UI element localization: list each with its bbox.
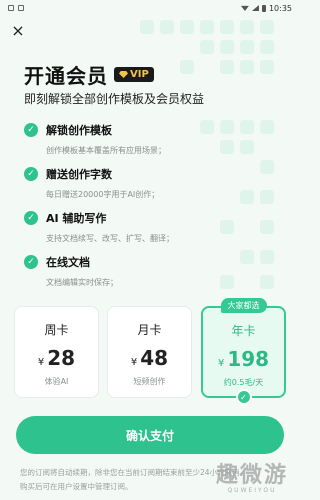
currency-symbol: ¥ [217,358,225,369]
notification-icon [8,5,14,11]
status-time: 10:35 [268,3,292,13]
plan-card-monthly[interactable]: 月卡 ¥ 48 短频创作 [107,306,192,398]
currency-symbol: ¥ [37,357,45,368]
popular-tag: 大家都选 [220,298,267,313]
feature-item: ✓ 赠送创作字数 每日赠送20000字用于AI创作； [24,166,284,200]
feature-title: 在线文档 [46,256,90,269]
feature-desc: 文档编辑实时保存； [46,278,118,287]
price-amount: 28 [47,346,76,370]
signal-icon [251,5,259,11]
close-icon[interactable]: × [8,20,28,40]
plan-name: 周卡 [44,323,69,337]
title-row: 开通会员 VIP [24,60,154,89]
plan-price: ¥ 48 [108,346,191,370]
diamond-icon [119,71,128,78]
feature-title: 解锁创作模板 [46,124,112,137]
feature-title: AI 辅助写作 [46,212,107,225]
watermark-text: 趣微游 [215,463,288,488]
feature-title: 赠送创作字数 [46,168,112,181]
vip-badge: VIP [114,67,154,82]
plan-options: 周卡 ¥ 28 体验AI 月卡 ¥ 48 短频创作 大家都选 年卡 ¥ 198 … [14,298,286,405]
status-bar: 10:35 [0,0,300,16]
plan-card-weekly[interactable]: 周卡 ¥ 28 体验AI [14,306,99,398]
page-subtitle: 即刻解锁全部创作模板及会员权益 [24,92,205,106]
plan-price: ¥ 198 [203,347,284,371]
plan-card-yearly[interactable]: 大家都选 年卡 ¥ 198 约0.5毛/天 ✓ [201,298,286,405]
check-circle-icon: ✓ [24,211,38,225]
wifi-icon [240,5,249,11]
page-title: 开通会员 [24,64,108,88]
check-circle-icon: ✓ [24,255,38,269]
feature-desc: 每日赠送20000字用于AI创作； [46,190,160,199]
app-icon [18,5,24,11]
status-icons-left [8,5,24,11]
price-amount: 48 [140,346,169,370]
plan-note: 体验AI [44,377,69,386]
confirm-pay-button[interactable]: 确认支付 [16,416,284,454]
price-amount: 198 [227,347,270,371]
status-icons-right: 10:35 [240,3,292,13]
currency-symbol: ¥ [130,357,138,368]
battery-icon [261,4,266,12]
plan-note: 短频创作 [133,377,166,386]
plan-name: 年卡 [231,324,256,338]
check-circle-icon: ✓ [24,167,38,181]
vip-label: VIP [130,69,149,80]
check-circle-icon: ✓ [24,123,38,137]
feature-desc: 支持文档续写、改写、扩写、翻译； [46,234,174,243]
feature-item: ✓ 在线文档 文档编辑实时保存； [24,254,284,288]
plan-name: 月卡 [137,323,162,337]
plan-price: ¥ 28 [15,346,98,370]
feature-item: ✓ 解锁创作模板 创作模板基本覆盖所有应用场景； [24,122,284,156]
watermark-logo: 趣微游 QUWEIYOU [216,457,288,494]
feature-desc: 创作模板基本覆盖所有应用场景； [46,146,166,155]
feature-item: ✓ AI 辅助写作 支持文档续写、改写、扩写、翻译； [24,210,284,244]
selected-check-icon: ✓ [235,389,252,405]
plan-note: 约0.5毛/天 [223,378,264,387]
